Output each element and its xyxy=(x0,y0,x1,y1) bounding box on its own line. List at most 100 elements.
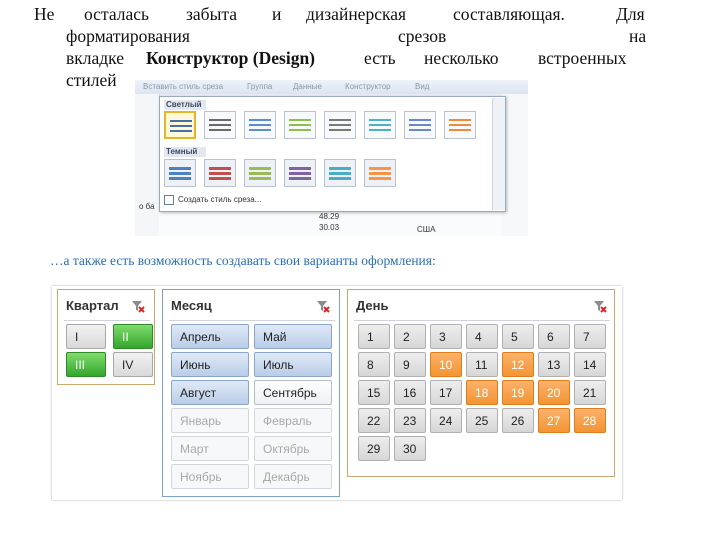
slicer-item-month[interactable]: Октябрь xyxy=(254,436,332,461)
ribbon-tab[interactable]: Конструктор xyxy=(345,80,391,94)
slicer-item-day[interactable]: 7 xyxy=(574,324,606,349)
slicer-style-swatch-light[interactable] xyxy=(164,111,196,139)
slicer-item-day[interactable]: 6 xyxy=(538,324,570,349)
swatch-bar xyxy=(209,172,231,175)
slicer-month: Месяц Апрель Май Июнь Июль Август Сентябрь Янв… xyxy=(162,289,340,497)
slicer-item-day[interactable]: 30 xyxy=(394,436,426,461)
slicer-item-day[interactable]: 10 xyxy=(430,352,462,377)
slicer-item-quarter[interactable]: I xyxy=(66,324,106,349)
para-word: стилей xyxy=(66,70,117,90)
gallery-group-label-light: Светлый xyxy=(164,100,206,110)
slicer-item-day[interactable]: 28 xyxy=(574,408,606,433)
slicer-divider xyxy=(354,320,610,321)
slicer-style-gallery: Светлый Темный Создать стиль среза... xyxy=(159,96,506,212)
slicer-item-day[interactable]: 17 xyxy=(430,380,462,405)
slicer-item-month[interactable]: Декабрь xyxy=(254,464,332,489)
slicer-item-day[interactable]: 24 xyxy=(430,408,462,433)
ribbon-tab-strip: Вставить стиль среза Группа Данные Конст… xyxy=(135,80,528,94)
swatch-bar xyxy=(170,125,192,127)
swatch-bar xyxy=(289,177,311,180)
slicer-style-swatch-light[interactable] xyxy=(324,111,356,139)
slicer-item-day[interactable]: 15 xyxy=(358,380,390,405)
slicer-item-day[interactable]: 2 xyxy=(394,324,426,349)
ribbon-tab[interactable]: Вид xyxy=(415,80,429,94)
slicer-item-month[interactable]: Май xyxy=(254,324,332,349)
slicer-divider xyxy=(64,320,150,321)
slicer-item-day[interactable]: 3 xyxy=(430,324,462,349)
slicer-style-swatch-dark[interactable] xyxy=(364,159,396,187)
swatch-bar xyxy=(369,177,391,180)
slicer-item-day[interactable]: 19 xyxy=(502,380,534,405)
slicer-style-swatch-light[interactable] xyxy=(444,111,476,139)
slicer-item-day[interactable]: 20 xyxy=(538,380,570,405)
slicer-item-day[interactable]: 21 xyxy=(574,380,606,405)
style-gallery-screenshot: Вставить стиль среза Группа Данные Конст… xyxy=(135,80,528,236)
clear-filter-icon[interactable] xyxy=(315,298,331,314)
slicer-item-day[interactable]: 26 xyxy=(502,408,534,433)
slicer-item-day[interactable]: 13 xyxy=(538,352,570,377)
slicer-item-month[interactable]: Август xyxy=(171,380,249,405)
slicer-item-day[interactable]: 1 xyxy=(358,324,390,349)
slicer-style-swatch-dark[interactable] xyxy=(204,159,236,187)
slicer-style-swatch-dark[interactable] xyxy=(244,159,276,187)
slicer-style-swatch-light[interactable] xyxy=(244,111,276,139)
slicer-style-swatch-light[interactable] xyxy=(204,111,236,139)
slicer-item-month[interactable]: Ноябрь xyxy=(171,464,249,489)
ribbon-tab[interactable]: Группа xyxy=(247,80,272,94)
slicer-item-day[interactable]: 12 xyxy=(502,352,534,377)
swatch-bar xyxy=(449,129,471,131)
slicer-item-quarter[interactable]: III xyxy=(66,352,106,377)
slicer-item-month[interactable]: Март xyxy=(171,436,249,461)
slicer-item-day[interactable]: 9 xyxy=(394,352,426,377)
swatch-bar xyxy=(209,129,231,131)
slicer-item-day[interactable]: 25 xyxy=(466,408,498,433)
slicer-item-day[interactable]: 29 xyxy=(358,436,390,461)
swatch-bar xyxy=(249,172,271,175)
swatch-bar xyxy=(329,177,351,180)
gallery-scrollbar[interactable] xyxy=(492,98,505,210)
slicer-item-quarter[interactable]: IV xyxy=(113,352,153,377)
slicer-item-day[interactable]: 23 xyxy=(394,408,426,433)
swatch-bar xyxy=(170,130,192,132)
para-word: дизайнерская xyxy=(306,4,407,24)
slicer-item-day[interactable]: 11 xyxy=(466,352,498,377)
slicer-item-day[interactable]: 4 xyxy=(466,324,498,349)
slicer-style-swatch-dark[interactable] xyxy=(284,159,316,187)
gallery-group-label-dark: Темный xyxy=(164,147,206,157)
slicer-title: День xyxy=(356,298,389,313)
slicer-item-day[interactable]: 5 xyxy=(502,324,534,349)
slicer-style-swatch-light[interactable] xyxy=(404,111,436,139)
swatch-bar xyxy=(409,119,431,121)
swatch-bar xyxy=(209,119,231,121)
slicer-item-month[interactable]: Июль xyxy=(254,352,332,377)
clear-filter-icon[interactable] xyxy=(592,298,608,314)
new-style-icon xyxy=(164,195,174,205)
para-word: срезов xyxy=(398,26,447,46)
slicer-item-month[interactable]: Сентябрь xyxy=(254,380,332,405)
cell-value: 30.03 xyxy=(319,223,340,232)
slicer-item-month[interactable]: Январь xyxy=(171,408,249,433)
slicer-item-month[interactable]: Июнь xyxy=(171,352,249,377)
slicer-item-month[interactable]: Апрель xyxy=(171,324,249,349)
slicer-item-day[interactable]: 16 xyxy=(394,380,426,405)
slicer-style-swatch-light[interactable] xyxy=(284,111,316,139)
slicer-item-quarter[interactable]: II xyxy=(113,324,153,349)
clear-filter-icon[interactable] xyxy=(130,298,146,314)
slicer-item-day[interactable]: 22 xyxy=(358,408,390,433)
slicer-style-swatch-dark[interactable] xyxy=(164,159,196,187)
slicer-title: Месяц xyxy=(171,298,212,313)
slicer-item-day[interactable]: 27 xyxy=(538,408,570,433)
slicer-style-swatch-light[interactable] xyxy=(364,111,396,139)
para-word: Для xyxy=(616,4,645,24)
ribbon-tab[interactable]: Данные xyxy=(293,80,322,94)
ribbon-tab[interactable]: Вставить стиль среза xyxy=(143,80,223,94)
slicer-item-day[interactable]: 18 xyxy=(466,380,498,405)
swatch-bar xyxy=(169,172,191,175)
slicer-item-day[interactable]: 14 xyxy=(574,352,606,377)
slicer-quarter: Квартал I II III IV xyxy=(57,289,155,385)
cell-value: 48.29 xyxy=(319,212,340,221)
create-slicer-style-item[interactable]: Создать стиль среза... xyxy=(164,195,261,205)
slicer-item-day[interactable]: 8 xyxy=(358,352,390,377)
slicer-item-month[interactable]: Февраль xyxy=(254,408,332,433)
slicer-style-swatch-dark[interactable] xyxy=(324,159,356,187)
